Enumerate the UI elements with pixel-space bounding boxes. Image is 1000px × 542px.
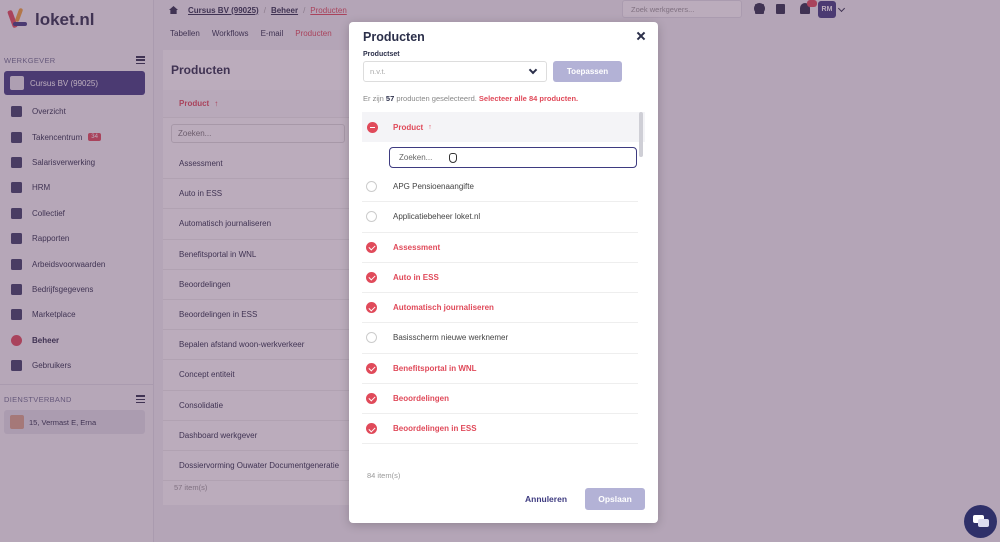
list-item[interactable]: Applicatiebeheer loket.nl bbox=[362, 202, 638, 233]
list-item[interactable]: Benefitsportal in WNL bbox=[362, 354, 638, 384]
list-item[interactable]: Basisscherm nieuwe werknemer bbox=[362, 323, 638, 354]
product-label: Applicatiebeheer loket.nl bbox=[393, 212, 481, 222]
modal-item-count: 84 item(s) bbox=[367, 471, 401, 480]
product-checkbox[interactable] bbox=[366, 362, 377, 374]
scrollbar[interactable] bbox=[639, 112, 643, 157]
chat-icon[interactable] bbox=[964, 505, 997, 538]
list-item[interactable]: Beoordelingen bbox=[362, 384, 638, 414]
product-label: Basisscherm nieuwe werknemer bbox=[393, 333, 509, 343]
product-checkbox[interactable] bbox=[366, 241, 377, 253]
product-label: Assessment bbox=[393, 242, 441, 252]
list-item[interactable]: Automatisch journaliseren bbox=[362, 293, 638, 324]
list-item[interactable]: Auto in ESS bbox=[362, 263, 638, 293]
product-label: Auto in ESS bbox=[393, 272, 439, 282]
select-all-link[interactable]: Selecteer alle 84 producten. bbox=[479, 94, 578, 103]
product-checkbox[interactable] bbox=[366, 332, 377, 344]
modal-table-header: Product ↑ bbox=[362, 112, 645, 142]
hand-cursor-icon bbox=[449, 153, 457, 163]
product-label: Beoordelingen bbox=[393, 393, 450, 403]
productset-select[interactable]: n.v.t. bbox=[363, 61, 547, 82]
product-column-header[interactable]: Product bbox=[393, 123, 423, 132]
product-checkbox[interactable] bbox=[366, 211, 377, 223]
cancel-button[interactable]: Annuleren bbox=[521, 489, 571, 509]
list-item[interactable]: Beoordelingen in ESS bbox=[362, 414, 638, 445]
productset-label: Productset bbox=[363, 51, 400, 58]
product-checkbox[interactable] bbox=[366, 392, 377, 404]
product-checkbox[interactable] bbox=[366, 181, 377, 193]
list-item[interactable]: Assessment bbox=[362, 233, 638, 263]
modal-search-input[interactable]: Zoeken... bbox=[389, 147, 637, 168]
selection-info: Er zijn 57 producten geselecteerd. Selec… bbox=[363, 94, 579, 103]
chevron-down-icon bbox=[528, 65, 538, 75]
apply-button[interactable]: Toepassen bbox=[553, 61, 622, 82]
product-label: APG Pensioenaangifte bbox=[393, 182, 474, 192]
product-label: Automatisch journaliseren bbox=[393, 303, 494, 313]
list-item[interactable]: APG Pensioenaangifte bbox=[362, 172, 638, 203]
sort-up-icon[interactable]: ↑ bbox=[428, 124, 432, 131]
select-all-checkbox[interactable] bbox=[367, 121, 378, 133]
save-button[interactable]: Opslaan bbox=[585, 488, 645, 510]
product-label: Beoordelingen in ESS bbox=[393, 424, 477, 434]
product-checkbox[interactable] bbox=[366, 423, 377, 435]
modal-product-list: APG Pensioenaangifte Applicatiebeheer lok… bbox=[362, 172, 638, 454]
product-checkbox[interactable] bbox=[366, 271, 377, 283]
close-icon[interactable] bbox=[636, 31, 646, 41]
modal-title: Producten bbox=[363, 30, 425, 44]
product-checkbox[interactable] bbox=[366, 302, 377, 314]
product-label: Benefitsportal in WNL bbox=[393, 363, 477, 373]
products-modal: Producten Productset n.v.t. Toepassen Er… bbox=[349, 22, 658, 523]
